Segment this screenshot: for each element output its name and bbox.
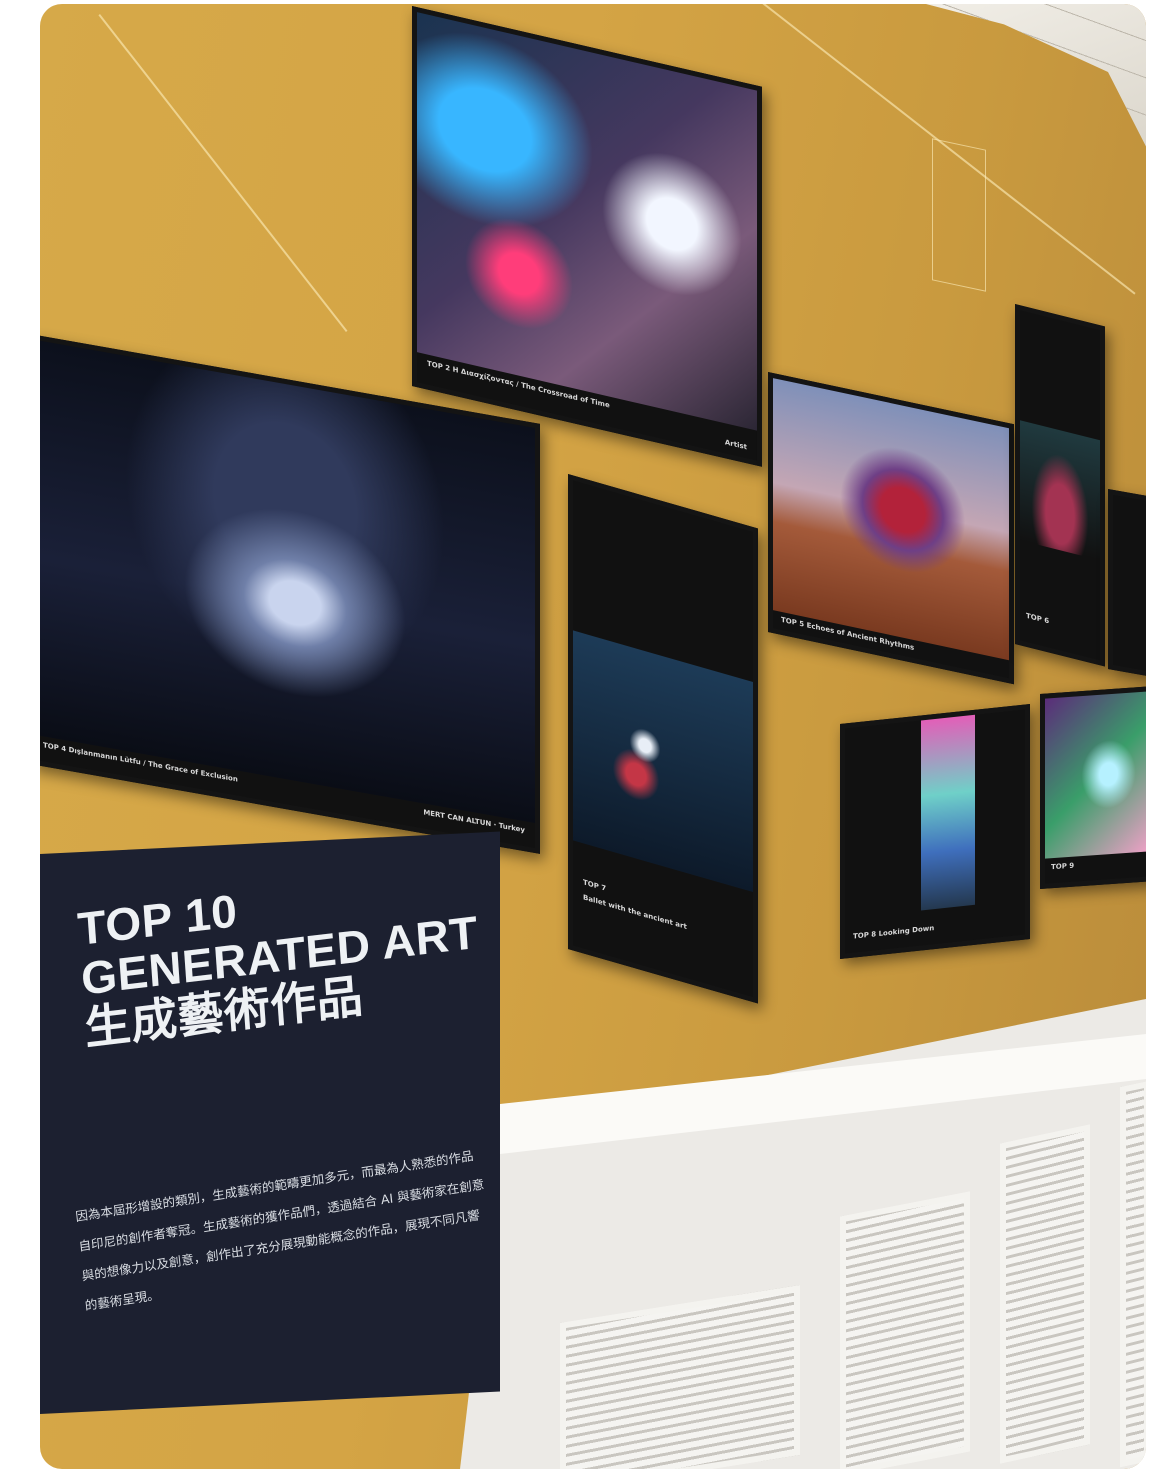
artwork-image xyxy=(773,378,1009,661)
artwork-screen-desert: TOP 5 Echoes of Ancient Rhythms xyxy=(768,372,1014,685)
artwork-image xyxy=(1045,691,1146,859)
artwork-screen-left: TOP 4 Dışlanmanın Lütfu / The Grace of E… xyxy=(40,334,540,854)
exhibit-description: 因為本屆形增設的類別，生成藝術的範疇更加多元，而最為人熟悉的作品自印尼的創作者奪… xyxy=(74,1147,485,1314)
artwork-subcaption: Ballet with the ancient art xyxy=(583,893,687,932)
artwork-caption: TOP 6 xyxy=(1026,611,1050,626)
artwork-screen-right-tall: TOP 6 xyxy=(1015,304,1105,667)
louvered-panel xyxy=(1000,1124,1090,1464)
artwork-screen-lower-mid: TOP 8 Looking Down xyxy=(840,704,1030,959)
artwork-image xyxy=(921,714,975,911)
exhibition-photo: TOP 2 Η Διασχίζοντας / The Crossroad of … xyxy=(40,4,1146,1469)
artwork-caption: TOP 8 Looking Down xyxy=(853,924,935,941)
exhibit-title: TOP 10 GENERATED ART 生成藝術作品 xyxy=(76,857,483,1054)
artwork-screen-edge xyxy=(1108,489,1146,678)
artwork-image xyxy=(573,630,753,893)
exhibit-info-panel: TOP 10 GENERATED ART 生成藝術作品 因為本屆形增設的類別，生… xyxy=(40,831,500,1414)
artwork-screen-top: TOP 2 Η Διασχίζοντας / The Crossroad of … xyxy=(412,6,762,467)
wall-decoration-line xyxy=(98,14,348,333)
artwork-image xyxy=(1020,420,1100,561)
louvered-panel xyxy=(1120,1080,1146,1468)
louvered-panel xyxy=(840,1191,970,1469)
artwork-image xyxy=(40,339,535,824)
artwork-credit: Artist xyxy=(724,438,747,452)
artwork-caption: TOP 7 xyxy=(583,878,607,893)
artwork-screen-dancer: TOP 7 Ballet with the ancient art xyxy=(568,474,758,1004)
wall-decoration-frame xyxy=(932,138,986,292)
artwork-screen-lower-right: TOP 9 xyxy=(1040,685,1146,889)
artwork-caption: TOP 9 xyxy=(1051,861,1075,872)
artwork-image xyxy=(417,12,757,431)
